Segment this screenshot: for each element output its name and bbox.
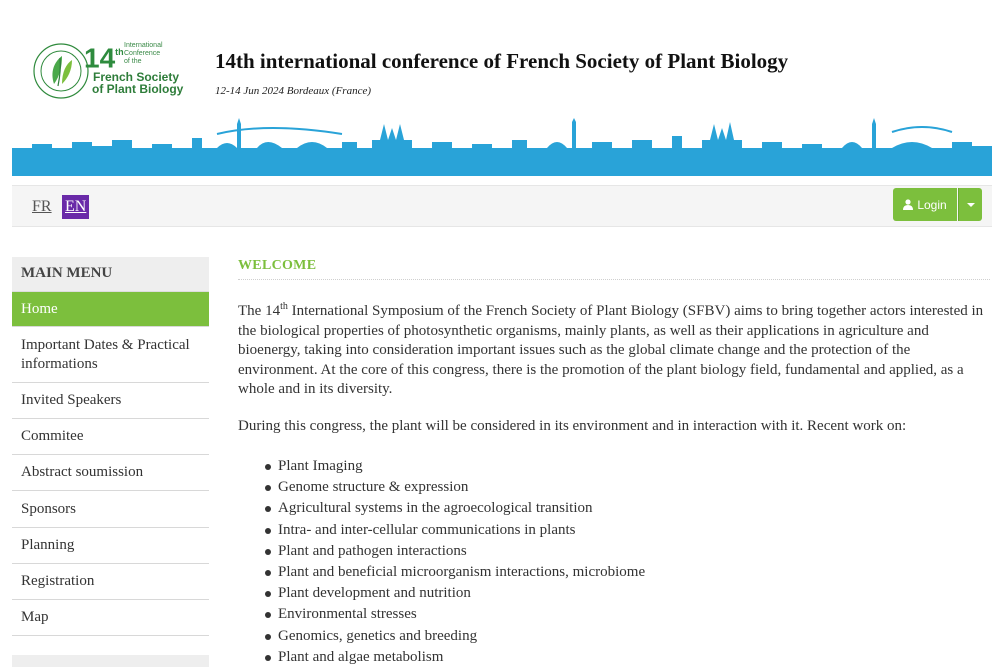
menu-item-abstract-submission[interactable]: Abstract soumission bbox=[12, 455, 209, 491]
menu-item-home[interactable]: Home bbox=[12, 292, 209, 327]
login-label: Login bbox=[917, 197, 947, 212]
conference-logo[interactable]: 14th International Conference of the Fre… bbox=[32, 40, 192, 104]
page-title: 14th international conference of French … bbox=[215, 49, 789, 73]
menu-item-invited-speakers[interactable]: Invited Speakers bbox=[12, 383, 209, 419]
caret-down-icon bbox=[966, 202, 975, 207]
list-item: Genomics, genetics and breeding bbox=[238, 626, 990, 647]
logo-small-text: International Conference of the bbox=[124, 42, 163, 65]
menu-item-important-dates[interactable]: Important Dates & Practical informations bbox=[12, 327, 209, 383]
welcome-heading: WELCOME bbox=[238, 257, 990, 280]
menu-item-planning[interactable]: Planning bbox=[12, 528, 209, 564]
menu-item-map[interactable]: Map bbox=[12, 600, 209, 636]
main-content: WELCOME The 14th International Symposium… bbox=[238, 257, 990, 668]
language-fr-link[interactable]: FR bbox=[29, 195, 55, 219]
list-item: Plant and beneficial microorganism inter… bbox=[238, 562, 990, 583]
user-icon bbox=[903, 199, 914, 210]
topics-list: Plant Imaging Genome structure & express… bbox=[238, 456, 990, 668]
menu-item-sponsors[interactable]: Sponsors bbox=[12, 491, 209, 528]
intro-paragraph: The 14th International Symposium of the … bbox=[238, 301, 984, 397]
bordeaux-skyline-banner bbox=[12, 118, 992, 176]
main-menu: MAIN MENU Home Important Dates & Practic… bbox=[12, 257, 209, 636]
main-menu-title: MAIN MENU bbox=[12, 257, 209, 292]
list-item: Plant Imaging bbox=[238, 456, 990, 477]
menu-item-committee[interactable]: Commitee bbox=[12, 419, 209, 455]
login-button[interactable]: Login bbox=[893, 188, 957, 221]
menu-item-registration[interactable]: Registration bbox=[12, 564, 209, 600]
top-toolbar: FR EN Login bbox=[12, 185, 992, 227]
sidebar-secondary-box bbox=[12, 655, 209, 667]
list-item: Agricultural systems in the agroecologic… bbox=[238, 498, 990, 519]
page-subtitle: 12-14 Jun 2024 Bordeaux (France) bbox=[215, 85, 371, 97]
topics-intro-paragraph: During this congress, the plant will be … bbox=[238, 417, 907, 434]
list-item: Plant and pathogen interactions bbox=[238, 541, 990, 562]
list-item: Plant development and nutrition bbox=[238, 583, 990, 604]
logo-name-line2: of Plant Biology bbox=[92, 82, 184, 96]
login-dropdown-toggle[interactable] bbox=[958, 188, 982, 221]
list-item: Intra- and inter-cellular communications… bbox=[238, 520, 990, 541]
list-item: Environmental stresses bbox=[238, 604, 990, 625]
list-item: Plant and algae metabolism bbox=[238, 647, 990, 668]
language-en-link[interactable]: EN bbox=[62, 195, 90, 219]
logo-edition: 14th bbox=[84, 42, 124, 74]
list-item: Genome structure & expression bbox=[238, 477, 990, 498]
logo-emblem-icon bbox=[33, 43, 89, 99]
